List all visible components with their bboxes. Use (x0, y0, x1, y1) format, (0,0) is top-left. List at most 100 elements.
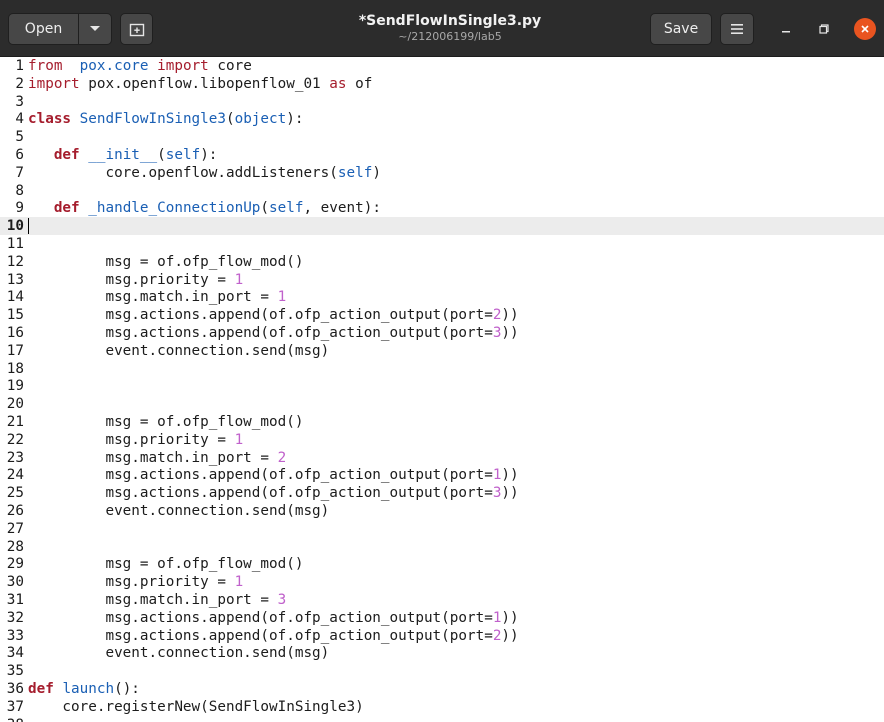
code-line[interactable]: 22 msg.priority = 1 (0, 431, 884, 449)
code-token: 1 (234, 574, 244, 591)
code-line[interactable]: 11 (0, 235, 884, 253)
close-button[interactable] (854, 18, 876, 40)
new-tab-button[interactable] (120, 13, 153, 45)
code-line[interactable]: 10 (0, 217, 884, 236)
code-line[interactable]: 36 def launch(): (0, 680, 884, 698)
code-token: 2 (277, 449, 287, 466)
code-line[interactable]: 1 from pox.core import core (0, 57, 884, 75)
code-line[interactable]: 3 (0, 93, 884, 111)
code-line[interactable]: 12 msg = of.ofp_flow_mod() (0, 253, 884, 271)
line-number: 22 (6, 431, 24, 448)
code-line[interactable]: 32 msg.actions.append(of.ofp_action_outp… (0, 609, 884, 627)
line-number: 30 (6, 574, 24, 591)
code-editor[interactable]: 1 from pox.core import core 2 import pox.op… (0, 57, 884, 722)
code-line[interactable]: 13 msg.priority = 1 (0, 271, 884, 289)
code-line[interactable]: 6 def __init__(self): (0, 146, 884, 164)
code-token: def (53, 200, 80, 217)
code-line[interactable]: 38 (0, 716, 884, 722)
line-number: 38 (0, 716, 24, 722)
code-line[interactable]: 31 msg.match.in_port = 3 (0, 591, 884, 609)
code-text: msg.actions.append(of.ofp_action_output(… (28, 466, 518, 484)
code-line[interactable]: 21 msg = of.ofp_flow_mod() (0, 413, 884, 431)
code-line[interactable]: 30 msg.priority = 1 (0, 573, 884, 591)
code-token: core.openflow.addListeners( (28, 164, 338, 181)
open-dropdown-button[interactable] (78, 13, 112, 45)
minimize-icon (782, 31, 790, 33)
code-line[interactable]: 33 msg.actions.append(of.ofp_action_outp… (0, 627, 884, 645)
code-token: msg.priority = (28, 431, 235, 448)
code-line[interactable]: 5 (0, 128, 884, 146)
minimize-button[interactable] (775, 18, 797, 40)
code-text: msg.actions.append(of.ofp_action_output(… (28, 324, 519, 342)
code-line[interactable]: 15 msg.actions.append(of.ofp_action_outp… (0, 306, 884, 324)
line-number: 6 (15, 147, 24, 163)
code-line[interactable]: 18 (0, 360, 884, 378)
code-token: , event): (303, 200, 381, 217)
code-line[interactable]: 4 class SendFlowInSingle3(object): (0, 110, 884, 128)
code-token: self (165, 147, 201, 163)
code-token: msg = of.ofp_flow_mod() (28, 253, 304, 270)
code-text: def launch(): (28, 680, 140, 698)
code-token: class (28, 111, 72, 128)
code-line[interactable]: 9 def _handle_ConnectionUp(self, event): (0, 199, 884, 217)
open-button[interactable]: Open (8, 13, 79, 45)
line-number: 19 (6, 378, 24, 395)
code-token: msg.priority = (28, 574, 235, 591)
code-line[interactable]: 20 (0, 395, 884, 413)
code-token: import (28, 75, 80, 92)
code-token: core (208, 58, 252, 74)
code-token: from (28, 58, 63, 74)
code-line[interactable]: 35 (0, 662, 884, 680)
code-token: launch (62, 681, 115, 697)
line-number: 28 (6, 538, 24, 555)
code-text: msg.priority = 1 (28, 271, 243, 289)
menu-button[interactable] (720, 13, 754, 45)
code-line[interactable]: 37 core.registerNew(SendFlowInSingle3) (0, 698, 884, 716)
code-token: ( (225, 111, 235, 128)
code-line[interactable]: 24 msg.actions.append(of.ofp_action_outp… (0, 466, 884, 484)
code-line[interactable]: 8 (0, 182, 884, 200)
code-token: event.connection.send(msg) (28, 342, 330, 359)
code-line[interactable]: 23 msg.match.in_port = 2 (0, 449, 884, 467)
code-token: ( (260, 200, 270, 217)
code-token: )) (501, 325, 519, 341)
line-number: 2 (15, 75, 24, 92)
code-line[interactable]: 7 core.openflow.addListeners(self) (0, 164, 884, 182)
code-line[interactable]: 25 msg.actions.append(of.ofp_action_outp… (0, 484, 884, 502)
code-line[interactable]: 29 msg = of.ofp_flow_mod() (0, 555, 884, 573)
code-token: def (53, 147, 80, 163)
code-line[interactable]: 27 (0, 520, 884, 538)
hamburger-menu-icon (731, 24, 743, 34)
code-line[interactable]: 28 (0, 538, 884, 556)
line-number: 24 (6, 467, 24, 484)
code-line[interactable]: 2 import pox.openflow.libopenflow_01 as o… (0, 75, 884, 93)
code-text: event.connection.send(msg) (28, 502, 329, 520)
code-line[interactable]: 19 (0, 377, 884, 395)
code-text: event.connection.send(msg) (28, 644, 329, 662)
line-number: 31 (6, 592, 24, 608)
code-token: import (148, 58, 209, 74)
open-button-label: Open (24, 21, 63, 37)
code-text: msg.actions.append(of.ofp_action_output(… (28, 306, 518, 324)
code-line[interactable]: 26 event.connection.send(msg) (0, 502, 884, 520)
code-line[interactable]: 34 event.connection.send(msg) (0, 644, 884, 662)
close-icon (861, 25, 869, 33)
code-line[interactable]: 14 msg.match.in_port = 1 (0, 288, 884, 306)
header-bar: Open *SendFlowInSingle3.py ~/212006199/l… (0, 0, 884, 57)
new-tab-icon (129, 23, 144, 37)
line-number: 32 (6, 609, 24, 626)
code-text: import pox.openflow.libopenflow_01 as of (28, 75, 372, 93)
line-number: 33 (6, 627, 24, 644)
code-line[interactable]: 17 event.connection.send(msg) (0, 342, 884, 360)
code-text: from pox.core import core (28, 57, 252, 75)
code-line[interactable]: 16 msg.actions.append(of.ofp_action_outp… (0, 324, 884, 342)
code-token: of (346, 75, 373, 92)
code-text: class SendFlowInSingle3(object): (28, 110, 303, 128)
save-button[interactable]: Save (650, 13, 712, 45)
maximize-button[interactable] (813, 18, 835, 40)
line-number: 23 (6, 449, 24, 466)
code-token: core.registerNew(SendFlowInSingle3) (28, 698, 364, 715)
